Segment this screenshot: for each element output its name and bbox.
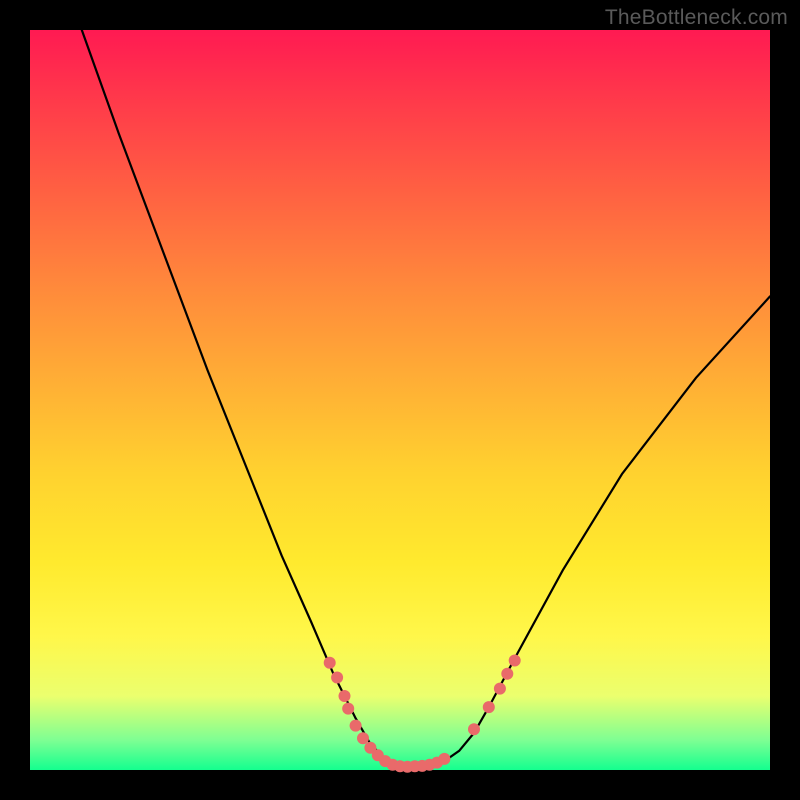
plot-area: [30, 30, 770, 770]
curve-marker: [339, 690, 351, 702]
curve-marker: [468, 723, 480, 735]
curve-marker: [350, 720, 362, 732]
curve-marker: [494, 683, 506, 695]
curve-marker: [438, 753, 450, 765]
curve-marker: [509, 655, 521, 667]
curve-marker: [483, 701, 495, 713]
curve-marker: [357, 732, 369, 744]
chart-svg: [30, 30, 770, 770]
bottleneck-curve: [82, 30, 770, 767]
chart-frame: TheBottleneck.com: [0, 0, 800, 800]
watermark-label: TheBottleneck.com: [605, 6, 788, 30]
curve-marker: [342, 703, 354, 715]
curve-marker: [501, 668, 513, 680]
curve-marker: [331, 672, 343, 684]
curve-marker: [324, 657, 336, 669]
